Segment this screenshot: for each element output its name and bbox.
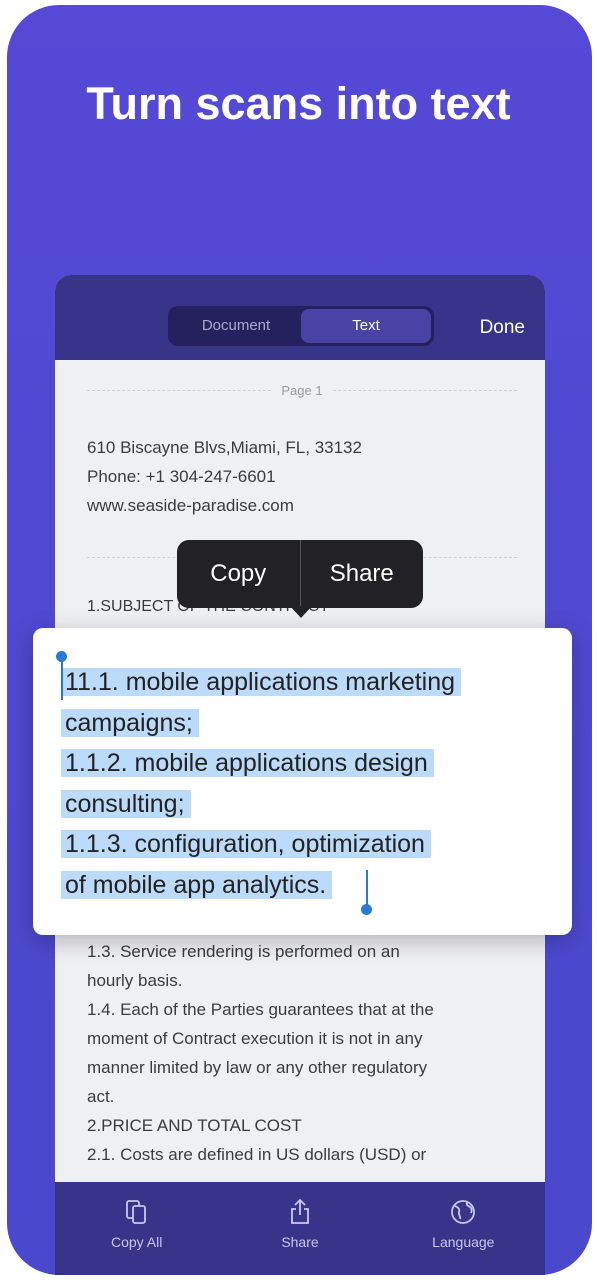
language-label: Language (432, 1234, 495, 1250)
context-menu-arrow (290, 606, 312, 618)
bottom-toolbar: Copy All Share Language (55, 1182, 545, 1275)
phone-line: Phone: +1 304-247-6601 (87, 467, 276, 486)
body-line: manner limited by law or any other regul… (87, 1058, 428, 1077)
body-line: act. (87, 1087, 115, 1106)
body-line: moment of Contract execution it is not i… (87, 1029, 423, 1048)
selected-line: 1.1.3. configuration, optimization (61, 830, 431, 858)
view-segmented-control: Document Text (168, 306, 434, 346)
share-label: Share (281, 1234, 319, 1250)
body-line: hourly basis. (87, 971, 183, 990)
selected-line: 1.1.2. mobile applications design (61, 749, 434, 777)
selected-line: of mobile app analytics. (61, 870, 333, 899)
selected-line: consulting; (61, 789, 191, 818)
selection-end-handle[interactable] (361, 904, 372, 915)
language-button[interactable]: Language (382, 1182, 545, 1275)
address-block: 610 Biscayne Blvs,Miami, FL, 33132 Phone… (87, 433, 362, 520)
body-line: 2.1. Costs are defined in US dollars (US… (87, 1145, 427, 1164)
context-menu: Copy Share (177, 540, 423, 608)
selected-line: campaigns; (61, 708, 199, 737)
copy-all-icon (125, 1200, 146, 1224)
selected-line: 11.1. mobile applications marketing (61, 668, 462, 696)
selection-start-caret (61, 658, 63, 700)
website-line: www.seaside-paradise.com (87, 496, 294, 515)
selected-text[interactable]: 11.1. mobile applications marketing camp… (61, 662, 462, 905)
headline: Turn scans into text (86, 78, 511, 129)
page-label: Page 1 (271, 383, 333, 398)
top-toolbar: Document Text Done (55, 275, 545, 360)
body-line: 2.PRICE AND TOTAL COST (87, 1116, 302, 1135)
share-icon (291, 1198, 309, 1224)
selection-magnifier: 11.1. mobile applications marketing camp… (33, 628, 572, 935)
copy-all-label: Copy All (110, 1234, 163, 1250)
page-divider: Page 1 (87, 383, 517, 409)
body-line: 1.3. Service rendering is performed on a… (87, 942, 400, 961)
document-body: 1.3. Service rendering is performed on a… (87, 937, 434, 1169)
body-line: 1.4. Each of the Parties guarantees that… (87, 1000, 434, 1019)
address-line: 610 Biscayne Blvs,Miami, FL, 33132 (87, 438, 362, 457)
tab-text[interactable]: Text (301, 309, 431, 343)
copy-all-button[interactable]: Copy All (55, 1182, 218, 1275)
done-button[interactable]: Done (480, 317, 525, 339)
tab-document[interactable]: Document (171, 309, 301, 343)
globe-icon (451, 1200, 476, 1224)
share-button[interactable]: Share (218, 1182, 381, 1275)
copy-menu-item[interactable]: Copy (177, 540, 300, 608)
share-menu-item[interactable]: Share (301, 540, 424, 608)
